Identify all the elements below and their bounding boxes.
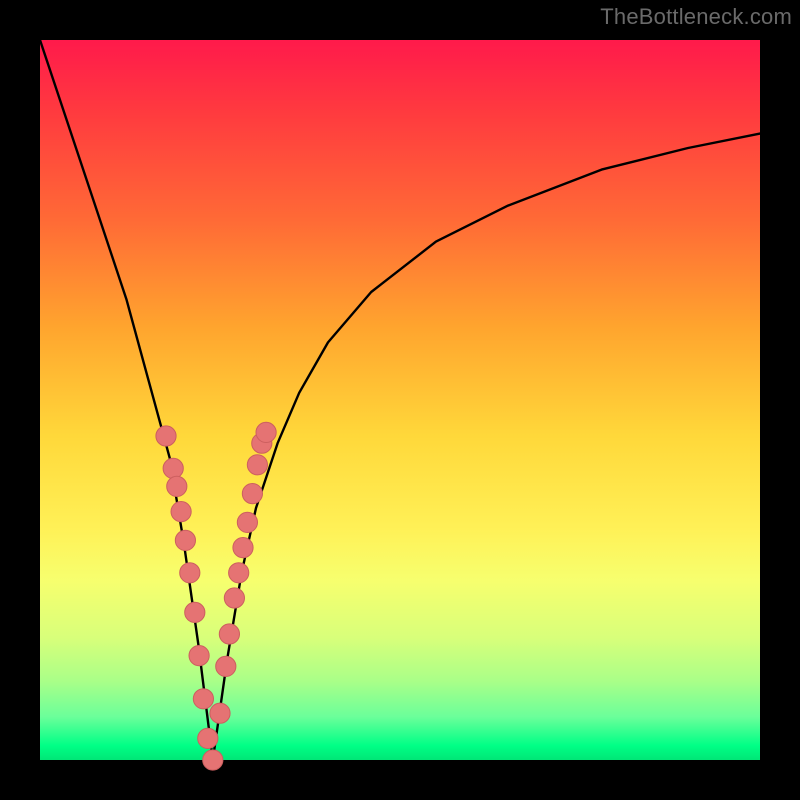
- data-marker: [185, 602, 205, 622]
- data-marker: [180, 563, 200, 583]
- data-marker: [198, 728, 218, 748]
- watermark-text: TheBottleneck.com: [600, 4, 792, 30]
- data-marker: [210, 703, 230, 723]
- data-marker: [216, 656, 236, 676]
- data-marker: [189, 646, 209, 666]
- data-marker: [256, 422, 276, 442]
- data-marker: [219, 624, 239, 644]
- data-marker: [229, 563, 249, 583]
- bottleneck-curve: [40, 40, 760, 760]
- data-marker: [242, 484, 262, 504]
- data-marker: [233, 538, 253, 558]
- data-marker: [193, 689, 213, 709]
- data-marker: [163, 458, 183, 478]
- chart-overlay: [40, 40, 760, 760]
- data-marker: [171, 502, 191, 522]
- data-marker: [175, 530, 195, 550]
- chart-frame: TheBottleneck.com: [0, 0, 800, 800]
- data-marker: [237, 512, 257, 532]
- data-marker: [224, 588, 244, 608]
- data-marker: [156, 426, 176, 446]
- data-marker: [247, 455, 267, 475]
- data-marker: [167, 476, 187, 496]
- data-marker: [203, 750, 223, 770]
- marker-layer: [156, 422, 276, 770]
